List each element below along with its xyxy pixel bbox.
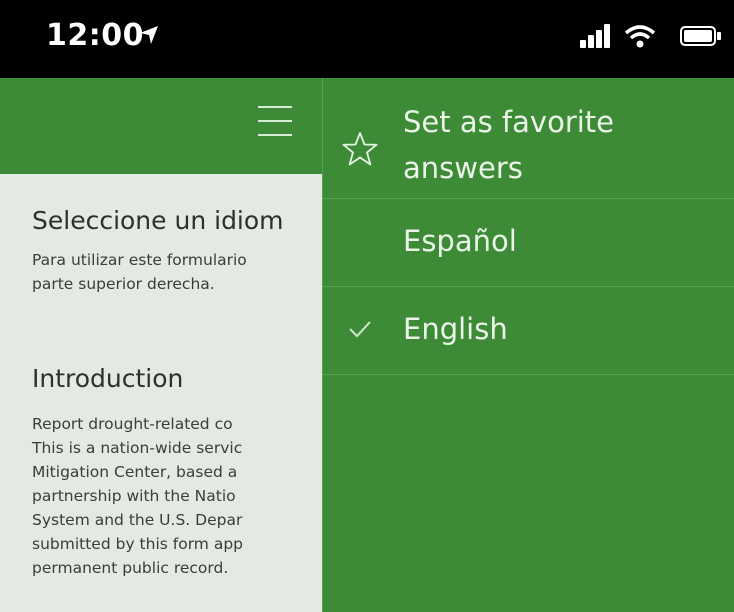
intro-text-line-1: Report drought-related co: [32, 415, 233, 433]
language-option-label: English: [403, 312, 508, 346]
language-option-espanol[interactable]: Español: [323, 199, 734, 287]
language-dropdown-menu: Set as favorite answers Español English: [322, 78, 734, 612]
intro-section-title: Introduction: [32, 364, 184, 393]
language-section-title: Seleccione un idiom: [32, 206, 284, 235]
language-instructions-line-1: Para utilizar este formulario: [32, 251, 247, 269]
intro-text-line-4: partnership with the Natio: [32, 487, 236, 505]
status-bar: 12:00: [0, 0, 734, 78]
star-outline-icon: [342, 132, 378, 166]
wifi-icon: [624, 25, 656, 48]
status-time: 12:00: [46, 18, 144, 53]
intro-text-line-6: submitted by this form app: [32, 535, 243, 553]
location-arrow-icon: [140, 26, 158, 44]
intro-text-line-2: This is a nation-wide servic: [32, 439, 243, 457]
language-option-english[interactable]: English: [323, 287, 734, 375]
cellular-signal-icon: [580, 24, 610, 48]
hamburger-menu-icon[interactable]: [256, 100, 294, 144]
set-favorite-label-line-2: answers: [403, 151, 523, 185]
set-favorite-menu-item[interactable]: Set as favorite answers: [323, 78, 734, 199]
intro-text-line-7: permanent public record.: [32, 559, 229, 577]
set-favorite-label-line-1: Set as favorite: [403, 105, 615, 139]
intro-text-line-5: System and the U.S. Depar: [32, 511, 243, 529]
language-instructions-line-2: parte superior derecha.: [32, 275, 215, 293]
intro-text-line-3: Mitigation Center, based a: [32, 463, 238, 481]
checkmark-icon: [349, 321, 371, 338]
language-option-label: Español: [403, 224, 517, 258]
battery-icon: [680, 26, 721, 46]
